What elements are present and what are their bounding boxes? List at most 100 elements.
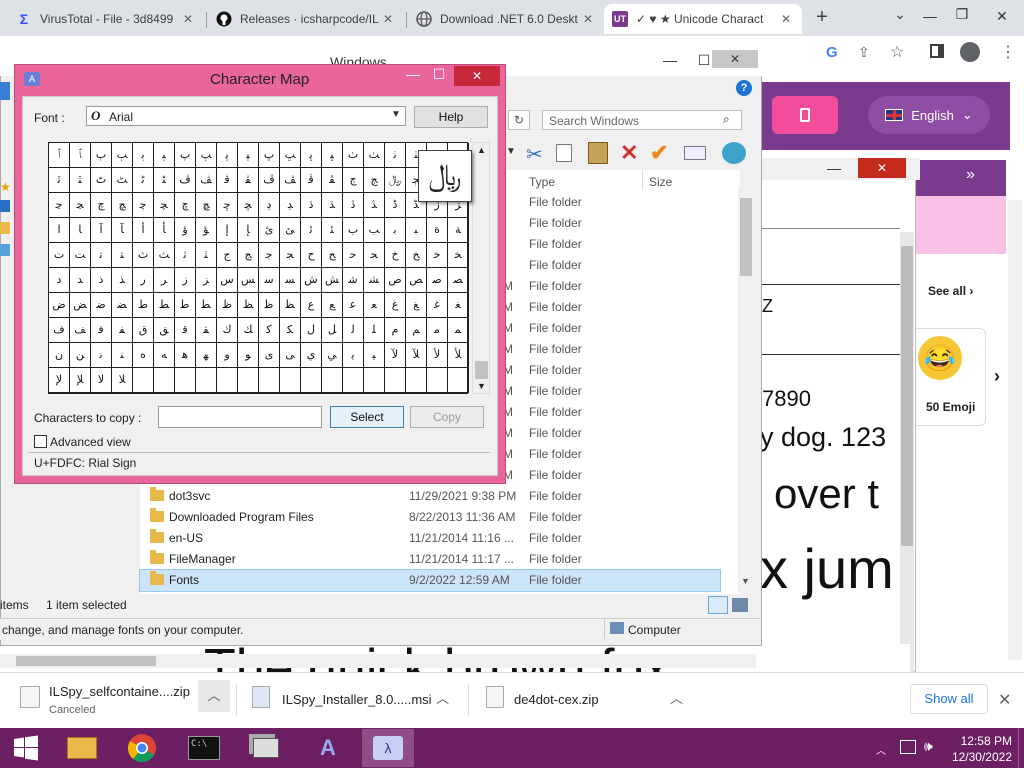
character-cell[interactable]: ﺢ [322, 243, 343, 268]
large-icons-view-icon[interactable] [732, 598, 748, 612]
character-cell[interactable]: ى [259, 343, 280, 368]
close-tab-icon[interactable]: ✕ [778, 12, 794, 26]
character-cell[interactable]: ق [133, 318, 154, 343]
character-cell[interactable]: ﻛ [259, 318, 280, 343]
share-icon[interactable]: ⇪ [858, 44, 870, 61]
character-cell[interactable]: ﭟ [364, 143, 385, 168]
character-cell[interactable]: ﭽ [154, 193, 175, 218]
character-cell[interactable] [238, 368, 259, 393]
character-cell[interactable] [133, 368, 154, 393]
character-cell[interactable]: ﻰ [280, 343, 301, 368]
character-cell[interactable]: إ [217, 218, 238, 243]
character-cell[interactable]: ﺣ [343, 243, 364, 268]
character-cell[interactable]: ﺸ [364, 268, 385, 293]
network-icon[interactable] [900, 740, 916, 754]
clock-time[interactable]: 12:58 PM [950, 734, 1012, 748]
characters-to-copy-input[interactable] [158, 406, 322, 428]
bookmark-star-icon[interactable]: ☆ [890, 42, 904, 62]
character-cell[interactable]: ﺌ [322, 218, 343, 243]
character-cell[interactable] [406, 368, 427, 393]
character-cell[interactable]: ﻸ [448, 343, 469, 368]
character-cell[interactable]: ﭓ [112, 143, 133, 168]
start-button[interactable] [0, 729, 52, 767]
carousel-next-icon[interactable]: › [994, 366, 1000, 387]
character-cell[interactable]: ﭾ [175, 193, 196, 218]
explorer-close-icon[interactable]: ✕ [712, 50, 758, 68]
character-cell[interactable]: ﺶ [322, 268, 343, 293]
character-cell[interactable]: ﻃ [175, 293, 196, 318]
close-tab-icon[interactable]: ✕ [180, 12, 196, 26]
file-row[interactable]: FileManager 11/21/2014 11:17 ... File fold… [140, 549, 720, 570]
details-view-icon[interactable] [708, 596, 728, 614]
character-cell[interactable]: ﺑ [385, 218, 406, 243]
character-cell[interactable]: ﭖ [175, 143, 196, 168]
side-panel-icon[interactable] [930, 44, 944, 58]
taskbar-chrome[interactable] [116, 729, 168, 767]
character-cell[interactable]: ﺊ [280, 218, 301, 243]
character-cell[interactable]: ﺬ [112, 268, 133, 293]
character-cell[interactable]: ت [49, 243, 70, 268]
character-cell[interactable]: ﻗ [175, 318, 196, 343]
character-cell[interactable]: ﭜ [301, 143, 322, 168]
character-cell[interactable]: د [49, 268, 70, 293]
character-cell[interactable]: ﺺ [406, 268, 427, 293]
character-cell[interactable]: ﭸ [49, 193, 70, 218]
character-cell[interactable]: و [217, 343, 238, 368]
character-cell[interactable]: ﺷ [343, 268, 364, 293]
character-cell[interactable] [196, 368, 217, 393]
file-row[interactable]: Downloaded Program Files 8/22/2013 11:36 … [140, 507, 720, 528]
copy-icon[interactable] [556, 144, 572, 162]
character-cell[interactable]: ﻚ [238, 318, 259, 343]
character-cell[interactable]: ﺋ [301, 218, 322, 243]
nav-more-button[interactable]: » [966, 166, 975, 184]
character-cell[interactable] [217, 368, 238, 393]
chevron-up-icon[interactable]: ︿ [436, 688, 449, 707]
character-cell[interactable]: ﮈ [385, 193, 406, 218]
character-cell[interactable]: ع [301, 293, 322, 318]
folder-icon[interactable] [0, 222, 10, 234]
character-cell[interactable]: ﭻ [112, 193, 133, 218]
character-cell[interactable]: ﻐ [448, 293, 469, 318]
character-cell[interactable]: ﻮ [238, 343, 259, 368]
character-cell[interactable]: ﺔ [448, 218, 469, 243]
character-cell[interactable] [280, 368, 301, 393]
character-cell[interactable]: ﺒ [406, 218, 427, 243]
character-cell[interactable]: ﺟ [259, 243, 280, 268]
character-cell[interactable] [427, 368, 448, 393]
delete-icon[interactable]: ✕ [620, 140, 638, 166]
character-cell[interactable]: ﻪ [154, 343, 175, 368]
language-selector[interactable]: English ⌄ [868, 96, 990, 134]
character-cell[interactable] [259, 368, 280, 393]
character-cell[interactable] [154, 368, 175, 393]
character-cell[interactable]: ش [301, 268, 322, 293]
chevron-up-icon[interactable]: ︿ [198, 680, 230, 712]
character-cell[interactable]: ﭮ [259, 168, 280, 193]
explorer-minimize-icon[interactable]: — [656, 50, 684, 70]
character-cell[interactable]: ﺻ [427, 268, 448, 293]
preview-scrollbar[interactable] [900, 232, 914, 672]
character-cell[interactable]: ﭭ [238, 168, 259, 193]
character-cell[interactable]: ﷼ [385, 168, 406, 193]
horizontal-scrollbar[interactable] [0, 654, 756, 668]
taskbar-app-a[interactable]: A [302, 729, 354, 767]
character-cell[interactable]: ﭗ [196, 143, 217, 168]
download-item[interactable]: ILSpy_Installer_8.0.....msi ︿ [252, 684, 468, 716]
character-cell[interactable]: ﮂ [259, 193, 280, 218]
character-cell[interactable]: ﺐ [364, 218, 385, 243]
character-cell[interactable]: ﭙ [238, 143, 259, 168]
character-cell[interactable]: ﺂ [112, 218, 133, 243]
new-tab-button[interactable]: + [812, 6, 832, 28]
character-cell[interactable]: ﻎ [406, 293, 427, 318]
character-cell[interactable]: ﮃ [280, 193, 301, 218]
character-cell[interactable]: ﻶ [406, 343, 427, 368]
character-cell[interactable]: ﻢ [406, 318, 427, 343]
character-cell[interactable]: ﻣ [427, 318, 448, 343]
character-cell[interactable]: ذ [91, 268, 112, 293]
character-cell[interactable]: ﭺ [91, 193, 112, 218]
character-cell[interactable]: خ [385, 243, 406, 268]
properties-icon[interactable] [684, 146, 706, 160]
dropdown-arrow-icon[interactable]: ▼ [506, 146, 516, 157]
character-cell[interactable]: ﭛ [280, 143, 301, 168]
show-desktop-button[interactable] [1018, 728, 1024, 768]
character-cell[interactable] [364, 368, 385, 393]
